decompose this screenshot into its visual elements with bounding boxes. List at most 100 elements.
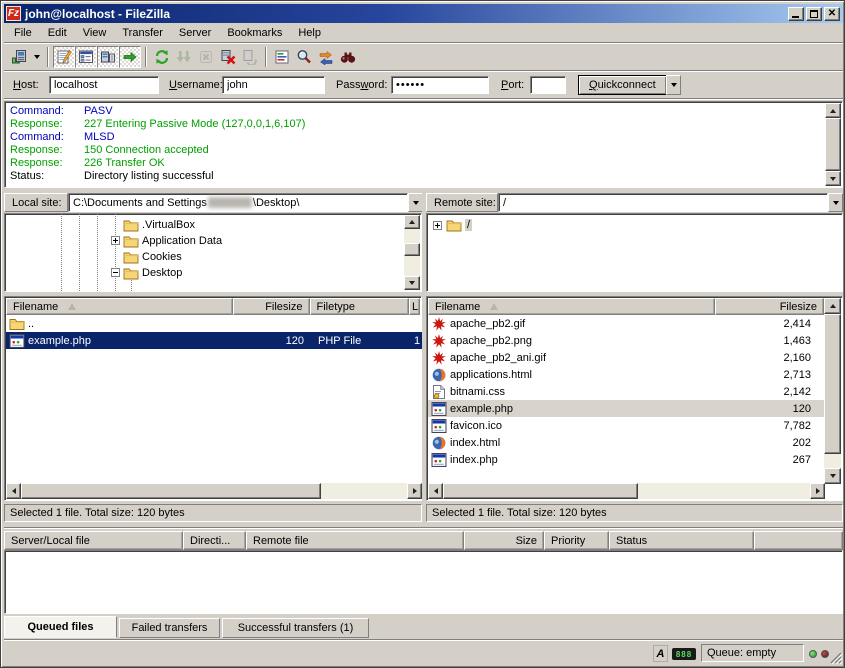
scroll-up-button[interactable] xyxy=(824,298,841,314)
column-header-priority[interactable]: Priority xyxy=(544,531,609,550)
remote-site-path[interactable]: / xyxy=(498,193,828,212)
remote-site-dropdown-button[interactable] xyxy=(828,193,843,212)
file-row[interactable]: applications.html 2,713 xyxy=(428,366,824,383)
collapse-icon[interactable] xyxy=(111,268,120,277)
tree-item-application-data[interactable]: Application Data xyxy=(123,233,222,249)
column-header-remote-file[interactable]: Remote file xyxy=(246,531,464,550)
tree-item-cookies[interactable]: Cookies xyxy=(123,249,182,265)
column-header-size[interactable]: Size xyxy=(464,531,544,550)
file-row[interactable]: favicon.ico 7,782 xyxy=(428,417,824,434)
file-row[interactable]: apache_pb2_ani.gif 2,160 xyxy=(428,349,824,366)
speed-limits-icon[interactable]: 888 xyxy=(672,648,696,660)
toggle-local-tree-button[interactable] xyxy=(75,46,97,68)
scroll-down-button[interactable] xyxy=(824,468,841,484)
toggle-remote-tree-button[interactable] xyxy=(97,46,119,68)
expand-icon[interactable] xyxy=(111,236,120,245)
column-header-filesize[interactable]: Filesize xyxy=(233,298,310,315)
ascii-type-icon[interactable]: A xyxy=(653,645,668,662)
scroll-down-button[interactable] xyxy=(825,171,841,186)
tree-item-virtualbox[interactable]: .VirtualBox xyxy=(123,217,195,233)
toolbar-separator xyxy=(47,47,49,67)
local-site-dropdown-button[interactable] xyxy=(408,193,423,212)
local-site-path[interactable]: C:\Documents and Settings\Desktop\ xyxy=(68,193,408,212)
menu-server[interactable]: Server xyxy=(171,25,219,41)
column-header-last-modified[interactable]: L xyxy=(409,298,420,315)
transfer-queue-list[interactable] xyxy=(4,550,843,614)
scroll-up-button[interactable] xyxy=(404,215,420,229)
local-tree-scrollbar[interactable] xyxy=(404,215,420,290)
scroll-thumb[interactable] xyxy=(404,243,420,256)
queue-status-field: Queue: empty xyxy=(701,644,804,662)
column-header-direction[interactable]: Directi... xyxy=(183,531,246,550)
menu-file[interactable]: File xyxy=(6,25,40,41)
expand-icon[interactable] xyxy=(433,221,442,230)
tab-successful-transfers[interactable]: Successful transfers (1) xyxy=(222,618,369,638)
column-header-filetype[interactable]: Filetype xyxy=(310,298,410,315)
remote-list-hscrollbar[interactable] xyxy=(428,483,825,499)
host-input[interactable] xyxy=(49,76,159,94)
scroll-up-button[interactable] xyxy=(825,103,841,118)
maximize-button[interactable] xyxy=(806,7,822,21)
scroll-down-button[interactable] xyxy=(404,276,420,290)
synchronized-browsing-button[interactable] xyxy=(315,46,337,68)
scroll-thumb[interactable] xyxy=(825,118,841,171)
file-row[interactable]: index.html 202 xyxy=(428,434,824,451)
cancel-button[interactable] xyxy=(195,46,217,68)
column-header-status[interactable]: Status xyxy=(609,531,754,550)
file-row-example-php[interactable]: example.php 120 PHP File 1 xyxy=(6,332,422,349)
tab-failed-transfers[interactable]: Failed transfers xyxy=(119,618,220,638)
folder-icon xyxy=(123,219,139,232)
file-row[interactable]: bitnami.css 2,142 xyxy=(428,383,824,400)
process-queue-button[interactable] xyxy=(173,46,195,68)
local-list-header: Filename Filesize Filetype L xyxy=(6,298,420,315)
tree-item-desktop[interactable]: Desktop xyxy=(123,265,182,281)
scroll-thumb[interactable] xyxy=(824,314,841,454)
local-list-hscrollbar[interactable] xyxy=(6,483,422,499)
port-input[interactable] xyxy=(530,76,566,94)
remote-list-vscrollbar[interactable] xyxy=(824,298,841,484)
quickconnect-dropdown-button[interactable] xyxy=(666,75,681,95)
close-button[interactable]: ✕ xyxy=(824,7,840,21)
scroll-left-button[interactable] xyxy=(428,483,443,499)
tree-item-root[interactable]: / xyxy=(446,217,472,233)
username-input[interactable] xyxy=(222,76,325,94)
file-row-selected[interactable]: example.php 120 xyxy=(428,400,824,417)
column-header-server-local-file[interactable]: Server/Local file xyxy=(4,531,183,550)
toggle-message-log-button[interactable] xyxy=(53,46,75,68)
quickconnect-button[interactable]: Quickconnect xyxy=(578,75,667,95)
disconnect-button[interactable] xyxy=(217,46,239,68)
file-row[interactable]: apache_pb2.gif 2,414 xyxy=(428,315,824,332)
scroll-right-button[interactable] xyxy=(407,483,422,499)
resize-grip[interactable] xyxy=(829,651,843,665)
password-input[interactable] xyxy=(391,76,489,94)
menu-help[interactable]: Help xyxy=(290,25,329,41)
scroll-thumb[interactable] xyxy=(21,483,321,499)
column-header-filename[interactable]: Filename xyxy=(428,298,715,315)
site-manager-button[interactable] xyxy=(8,46,30,68)
file-row-parent-dir[interactable]: .. xyxy=(6,315,422,332)
app-icon[interactable]: Fz xyxy=(6,6,21,21)
scroll-right-button[interactable] xyxy=(810,483,825,499)
toggle-transfer-queue-button[interactable] xyxy=(119,46,141,68)
file-row[interactable]: index.php 267 xyxy=(428,451,824,468)
find-files-button[interactable] xyxy=(337,46,359,68)
menu-transfer[interactable]: Transfer xyxy=(114,25,171,41)
menu-bookmarks[interactable]: Bookmarks xyxy=(219,25,290,41)
menu-edit[interactable]: Edit xyxy=(40,25,75,41)
column-header-filename[interactable]: Filename xyxy=(6,298,233,315)
scroll-thumb[interactable] xyxy=(443,483,638,499)
log-scrollbar[interactable] xyxy=(825,103,841,186)
column-header-filesize[interactable]: Filesize xyxy=(715,298,824,315)
refresh-button[interactable] xyxy=(151,46,173,68)
file-row[interactable]: apache_pb2.png 1,463 xyxy=(428,332,824,349)
directory-comparison-button[interactable] xyxy=(293,46,315,68)
site-manager-dropdown-button[interactable] xyxy=(30,46,43,68)
menu-view[interactable]: View xyxy=(75,25,115,41)
tab-queued-files[interactable]: Queued files xyxy=(4,616,117,638)
directory-listing-filters-button[interactable] xyxy=(271,46,293,68)
scroll-left-button[interactable] xyxy=(6,483,21,499)
titlebar[interactable]: Fz john@localhost - FileZilla ✕ xyxy=(4,4,843,23)
reconnect-button[interactable] xyxy=(239,46,261,68)
minimize-button[interactable] xyxy=(788,7,804,21)
folder-icon xyxy=(123,235,139,248)
